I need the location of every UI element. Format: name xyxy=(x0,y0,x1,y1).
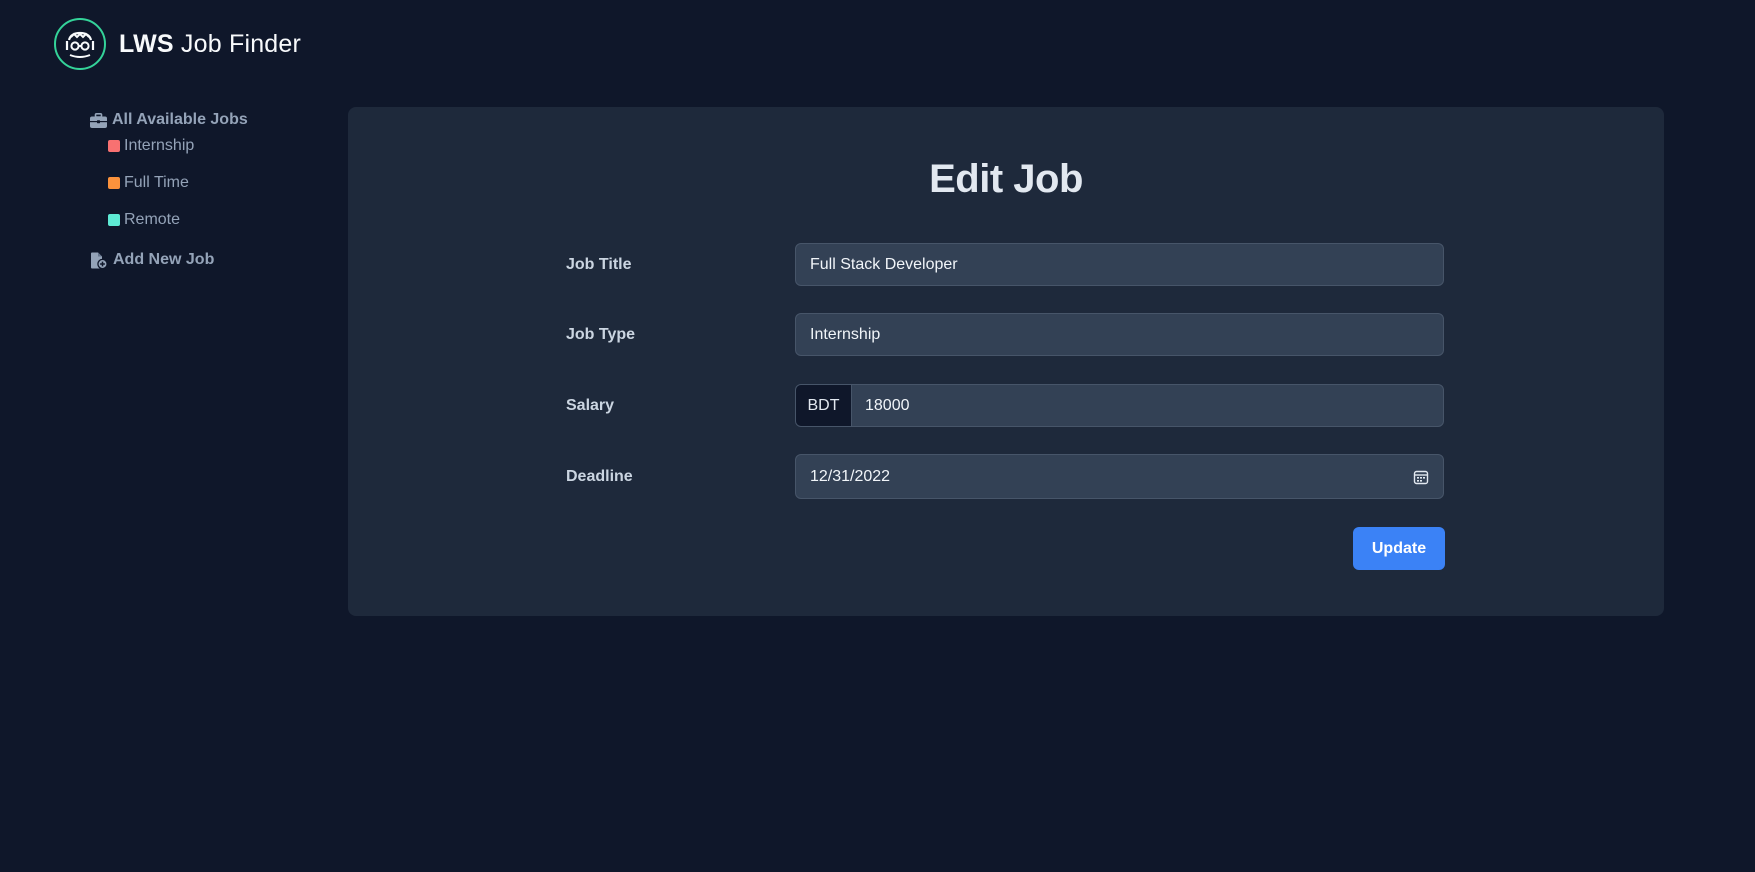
update-button[interactable]: Update xyxy=(1353,527,1445,570)
job-title-label: Job Title xyxy=(566,255,632,273)
deadline-value: 12/31/2022 xyxy=(810,467,891,485)
sidebar-item-add-new-job[interactable]: Add New Job xyxy=(90,248,330,272)
salary-input-group: BDT 18000 xyxy=(795,384,1444,427)
calendar-icon[interactable] xyxy=(1413,469,1429,485)
salary-row: Salary BDT 18000 xyxy=(566,384,1446,427)
deadline-date-input[interactable]: 12/31/2022 xyxy=(795,454,1444,499)
sidebar-item-label: Remote xyxy=(124,211,181,228)
job-type-row: Job Type Internship xyxy=(566,313,1446,356)
job-type-label: Job Type xyxy=(566,325,636,343)
job-type-select[interactable]: Internship xyxy=(795,313,1444,356)
brand-bold: LWS xyxy=(119,29,174,58)
salary-label: Salary xyxy=(566,396,615,414)
salary-input[interactable]: 18000 xyxy=(852,397,910,415)
remote-color-dot xyxy=(108,214,120,226)
file-plus-icon xyxy=(91,252,108,269)
internship-color-dot xyxy=(108,140,120,152)
full-time-color-dot xyxy=(108,177,120,189)
deadline-row: Deadline 12/31/2022 xyxy=(566,454,1446,499)
sidebar: All Available Jobs Internship Full Time … xyxy=(90,108,330,272)
briefcase-icon xyxy=(90,112,107,128)
brand-name[interactable]: LWS Job Finder xyxy=(119,30,301,59)
job-type-filters: Internship Full Time Remote xyxy=(108,134,330,232)
edit-job-card: Edit Job Job Title Full Stack Developer … xyxy=(348,107,1664,616)
sidebar-item-remote[interactable]: Remote xyxy=(108,208,330,232)
job-title-input[interactable]: Full Stack Developer xyxy=(795,243,1444,286)
currency-prefix: BDT xyxy=(796,385,852,426)
sidebar-item-label: Internship xyxy=(124,137,195,154)
sidebar-item-all-jobs[interactable]: All Available Jobs xyxy=(90,108,330,132)
job-title-row: Job Title Full Stack Developer xyxy=(566,243,1446,286)
job-title-value: Full Stack Developer xyxy=(810,255,958,273)
deadline-label: Deadline xyxy=(566,467,633,485)
sidebar-item-label: Full Time xyxy=(124,174,189,191)
sidebar-item-label: Add New Job xyxy=(113,251,215,268)
developer-face-icon xyxy=(65,31,95,58)
brand-rest: Job Finder xyxy=(180,29,302,58)
logo[interactable] xyxy=(54,18,106,70)
app-header: LWS Job Finder xyxy=(54,18,301,70)
sidebar-item-label: All Available Jobs xyxy=(112,111,248,128)
sidebar-item-internship[interactable]: Internship xyxy=(108,134,330,158)
job-type-value: Internship xyxy=(810,325,881,343)
page-title: Edit Job xyxy=(929,157,1083,201)
sidebar-item-full-time[interactable]: Full Time xyxy=(108,171,330,195)
